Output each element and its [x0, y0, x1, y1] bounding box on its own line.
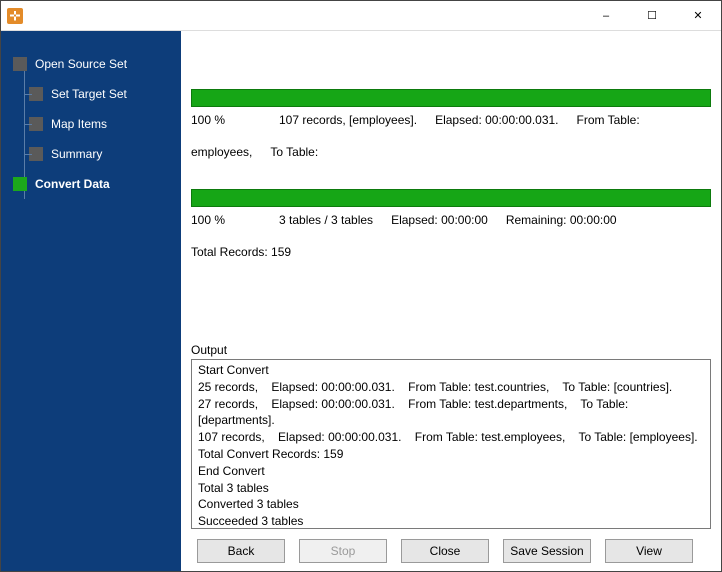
sidebar-item-label: Convert Data — [35, 177, 110, 191]
stop-button: Stop — [299, 539, 387, 563]
save-session-button[interactable]: Save Session — [503, 539, 591, 563]
close-window-button[interactable]: ✕ — [675, 1, 721, 31]
output-textarea[interactable]: Start Convert25 records, Elapsed: 00:00:… — [191, 359, 711, 529]
overall-progress-percent: 100 % — [191, 213, 261, 227]
step-indicator-icon — [13, 177, 27, 191]
table-progress-to-label: To Table: — [270, 145, 318, 159]
overall-progress-bar — [191, 189, 711, 207]
overall-progress-total: Total Records: 159 — [191, 245, 291, 259]
back-button[interactable]: Back — [197, 539, 285, 563]
sidebar-item-label: Open Source Set — [35, 57, 127, 71]
output-line: Total Convert Records: 159 — [198, 446, 704, 463]
table-progress-from-value: employees, — [191, 145, 252, 159]
output-line: 25 records, Elapsed: 00:00:00.031. From … — [198, 379, 704, 396]
step-indicator-icon — [29, 87, 43, 101]
output-section: Output Start Convert25 records, Elapsed:… — [191, 343, 711, 529]
maximize-button[interactable]: ☐ — [629, 1, 675, 31]
minimize-button[interactable]: – — [583, 1, 629, 31]
table-progress-records: 107 records, [employees]. — [279, 113, 417, 127]
output-line: End Convert — [198, 463, 704, 480]
sidebar-item-open-source-set[interactable]: Open Source Set — [1, 49, 181, 79]
output-label: Output — [191, 343, 711, 357]
table-progress-block: 100 % 107 records, [employees]. Elapsed:… — [191, 89, 711, 159]
sidebar-item-convert-data[interactable]: Convert Data — [1, 169, 181, 199]
output-line: Start Convert — [198, 362, 704, 379]
step-indicator-icon — [29, 117, 43, 131]
table-progress-from-label: From Table: — [577, 113, 640, 127]
close-button[interactable]: Close — [401, 539, 489, 563]
table-progress-percent: 100 % — [191, 113, 261, 127]
output-line: 27 records, Elapsed: 00:00:00.031. From … — [198, 396, 704, 430]
overall-progress-tables: 3 tables / 3 tables — [279, 213, 373, 227]
step-indicator-icon — [29, 147, 43, 161]
sidebar-item-set-target-set[interactable]: Set Target Set — [1, 79, 181, 109]
table-progress-elapsed: Elapsed: 00:00:00.031. — [435, 113, 558, 127]
overall-progress-remaining: Remaining: 00:00:00 — [506, 213, 617, 227]
output-line: Converted 3 tables — [198, 496, 704, 513]
output-line: Total 3 tables — [198, 480, 704, 497]
sidebar-item-map-items[interactable]: Map Items — [1, 109, 181, 139]
sidebar-item-label: Set Target Set — [51, 87, 127, 101]
wizard-sidebar: Open Source Set Set Target Set Map Items Su… — [1, 31, 181, 571]
step-indicator-icon — [13, 57, 27, 71]
sidebar-item-label: Summary — [51, 147, 102, 161]
main-panel: 100 % 107 records, [employees]. Elapsed:… — [181, 31, 721, 571]
table-progress-bar — [191, 89, 711, 107]
overall-progress-block: 100 % 3 tables / 3 tables Elapsed: 00:00… — [191, 189, 711, 259]
sidebar-item-summary[interactable]: Summary — [1, 139, 181, 169]
output-line: Succeeded 3 tables — [198, 513, 704, 529]
app-icon — [7, 8, 23, 24]
output-line: 107 records, Elapsed: 00:00:00.031. From… — [198, 429, 704, 446]
button-row: Back Stop Close Save Session View — [191, 539, 711, 563]
view-button[interactable]: View — [605, 539, 693, 563]
titlebar: – ☐ ✕ — [1, 1, 721, 31]
overall-progress-elapsed: Elapsed: 00:00:00 — [391, 213, 488, 227]
window-controls: – ☐ ✕ — [583, 1, 721, 31]
sidebar-item-label: Map Items — [51, 117, 107, 131]
